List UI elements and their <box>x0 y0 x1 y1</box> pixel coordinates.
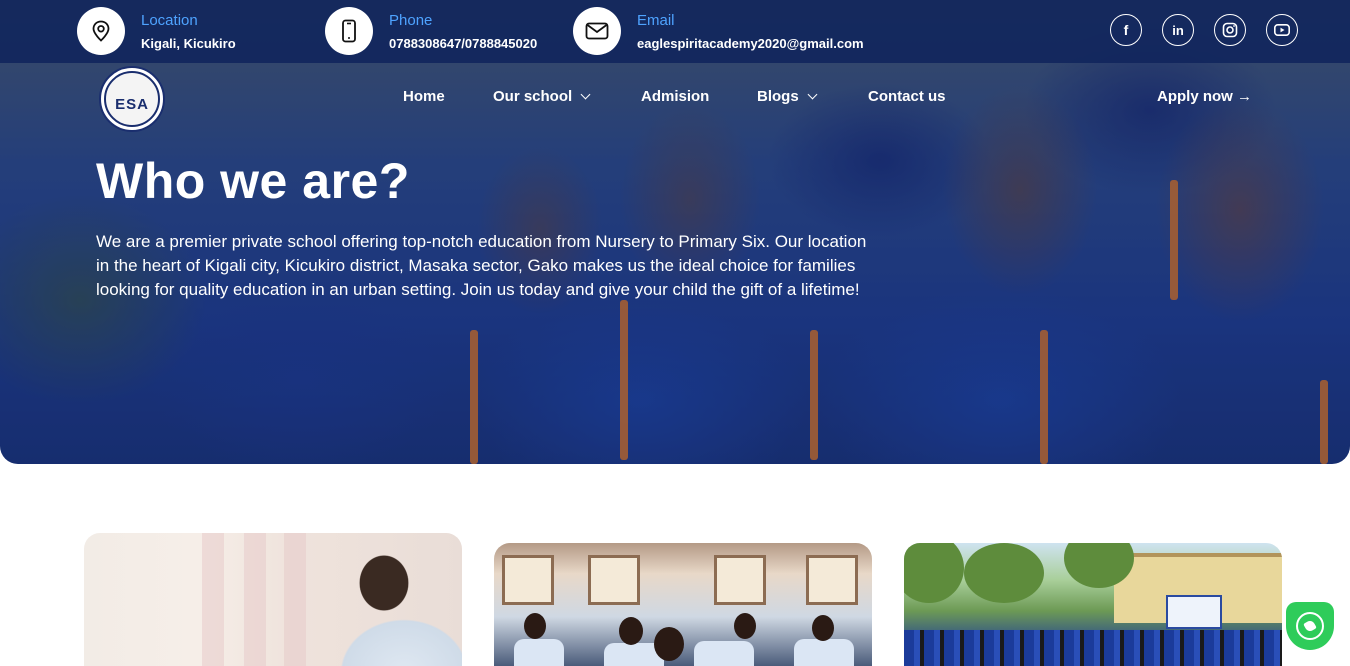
instagram-icon[interactable] <box>1214 14 1246 46</box>
card-students-image[interactable] <box>494 543 872 666</box>
hero-title: Who we are? <box>96 153 410 209</box>
card-photo-detail <box>714 555 766 605</box>
whatsapp-handset <box>1303 619 1317 633</box>
card-photo-detail <box>812 615 834 641</box>
email-label: Email <box>637 12 675 29</box>
card-photo-detail <box>284 533 306 666</box>
social-links: f in <box>1110 14 1298 46</box>
phone-label: Phone <box>389 12 433 29</box>
card-graduation-image[interactable] <box>904 543 1282 666</box>
nav-contact[interactable]: Contact us <box>868 88 946 105</box>
nav-home[interactable]: Home <box>403 88 445 105</box>
card-photo-detail <box>502 555 554 605</box>
card-photo-detail <box>202 533 224 666</box>
card-teacher-image[interactable] <box>84 533 462 666</box>
chevron-down-icon <box>580 89 591 100</box>
youtube-icon[interactable] <box>1266 14 1298 46</box>
top-contact-bar: Location Kigali, Kicukiro Phone 07883086… <box>0 0 1350 63</box>
card-photo-detail <box>588 555 640 605</box>
card-photo-detail <box>964 543 1044 603</box>
nav-our-school-label: Our school <box>493 88 573 105</box>
apply-now-button[interactable]: Apply now → <box>1157 88 1252 105</box>
location-value: Kigali, Kicukiro <box>141 36 236 51</box>
card-photo-detail <box>904 543 964 603</box>
email-value[interactable]: eaglespiritacademy2020@gmail.com <box>637 36 864 51</box>
card-photo-detail <box>694 641 754 666</box>
nav-blogs-label: Blogs <box>757 88 799 105</box>
card-photo-detail <box>1166 595 1222 629</box>
nav-our-school[interactable]: Our school <box>493 88 591 105</box>
whatsapp-icon <box>1296 612 1324 640</box>
card-photo-detail <box>904 630 1282 666</box>
card-photo-detail <box>524 613 546 639</box>
location-label: Location <box>141 12 198 29</box>
card-photo-detail <box>734 613 756 639</box>
location-contact: Location Kigali, Kicukiro <box>77 7 236 55</box>
chevron-down-icon <box>807 89 818 100</box>
hero-description: We are a premier private school offering… <box>96 232 867 299</box>
card-photo-detail <box>514 639 564 666</box>
nav-admission[interactable]: Admision <box>641 88 709 105</box>
facebook-icon[interactable]: f <box>1110 14 1142 46</box>
phone-icon <box>325 7 373 55</box>
card-photo-detail <box>619 617 643 645</box>
email-contact: Email eaglespiritacademy2020@gmail.com <box>573 7 864 55</box>
card-photo-detail <box>806 555 858 605</box>
phone-value[interactable]: 0788308647/0788845020 <box>389 36 537 51</box>
card-photo-detail <box>654 627 684 661</box>
main-navigation: Home Our school Admision Blogs Contact u… <box>0 88 1350 108</box>
card-photo-detail <box>794 639 854 666</box>
location-pin-icon <box>77 7 125 55</box>
mail-icon <box>573 7 621 55</box>
linkedin-icon[interactable]: in <box>1162 14 1194 46</box>
phone-contact: Phone 0788308647/0788845020 <box>325 7 537 55</box>
card-photo-detail <box>244 533 266 666</box>
whatsapp-button[interactable] <box>1286 602 1334 650</box>
nav-blogs[interactable]: Blogs <box>757 88 818 105</box>
